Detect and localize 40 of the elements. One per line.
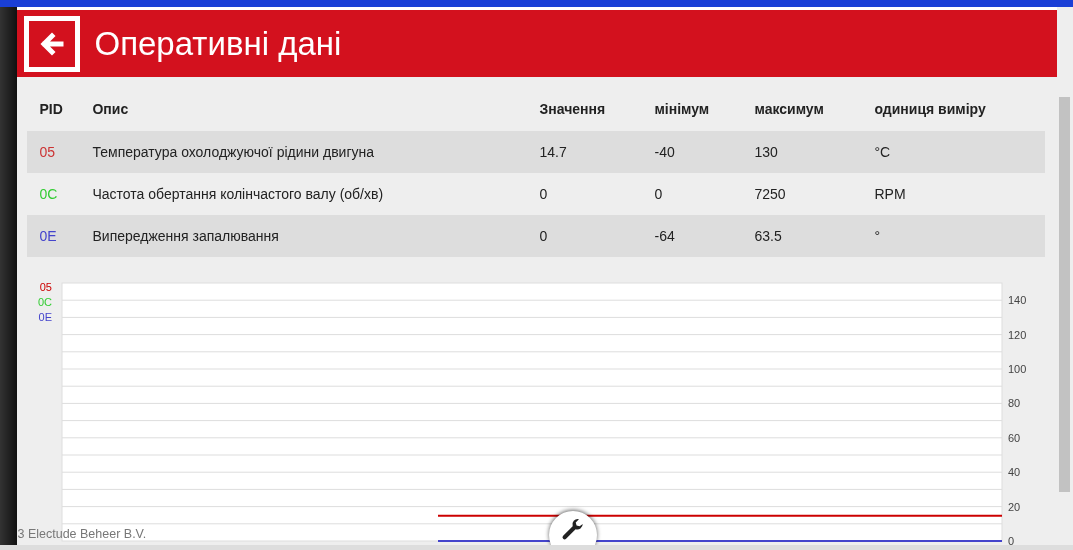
column-header: мінімум [654, 87, 755, 131]
axis-tick-label: 140 [1008, 294, 1027, 307]
page-title: Оперативні дані [94, 24, 342, 63]
scrollbar[interactable] [1057, 7, 1073, 545]
axis-tick-label: 0 [1008, 535, 1015, 545]
pid-cell: 05 [27, 131, 93, 173]
legend-label: 05 [40, 281, 53, 293]
copyright-text: 3 Electude Beheer B.V. [17, 527, 147, 541]
table-cell: 0 [539, 215, 655, 257]
pid-cell: 0C [27, 173, 93, 215]
pid-cell: 0E [27, 215, 93, 257]
table-cell: -40 [654, 131, 755, 173]
table-cell: 14.7 [539, 131, 655, 173]
legend-label: 0C [38, 296, 53, 308]
legend-label: 0E [39, 311, 53, 323]
axis-tick-label: 40 [1008, 466, 1021, 479]
table-cell: ° [874, 215, 1046, 257]
table-cell: RPM [874, 173, 1046, 215]
axis-tick-label: 20 [1008, 500, 1021, 513]
table-cell: °C [874, 131, 1046, 173]
column-header: максимум [754, 87, 875, 131]
table-cell: 63.5 [754, 215, 875, 257]
table-cell: 130 [754, 131, 875, 173]
back-button[interactable] [24, 15, 81, 72]
table-cell: 0 [654, 173, 755, 215]
column-header: одиниця виміру [874, 87, 1046, 131]
table-cell: -64 [654, 215, 755, 257]
table-cell: 0 [539, 173, 655, 215]
table-cell: Випередження запалювання [92, 215, 540, 257]
axis-tick-label: 100 [1008, 363, 1027, 375]
axis-tick-label: 120 [1008, 328, 1027, 341]
axis-tick-label: 80 [1008, 397, 1021, 410]
axis-tick-label: 60 [1008, 431, 1021, 444]
table-cell: Температура охолоджуючої рідини двигуна [92, 131, 540, 173]
table-cell: Частота обертання колінчастого валу (об/хв) [92, 173, 540, 215]
column-header: Значення [539, 87, 655, 131]
table-cell: 7250 [754, 173, 875, 215]
column-header: Опис [92, 87, 540, 131]
column-header: PID [27, 87, 93, 131]
scrollbar-thumb[interactable] [1059, 97, 1071, 492]
